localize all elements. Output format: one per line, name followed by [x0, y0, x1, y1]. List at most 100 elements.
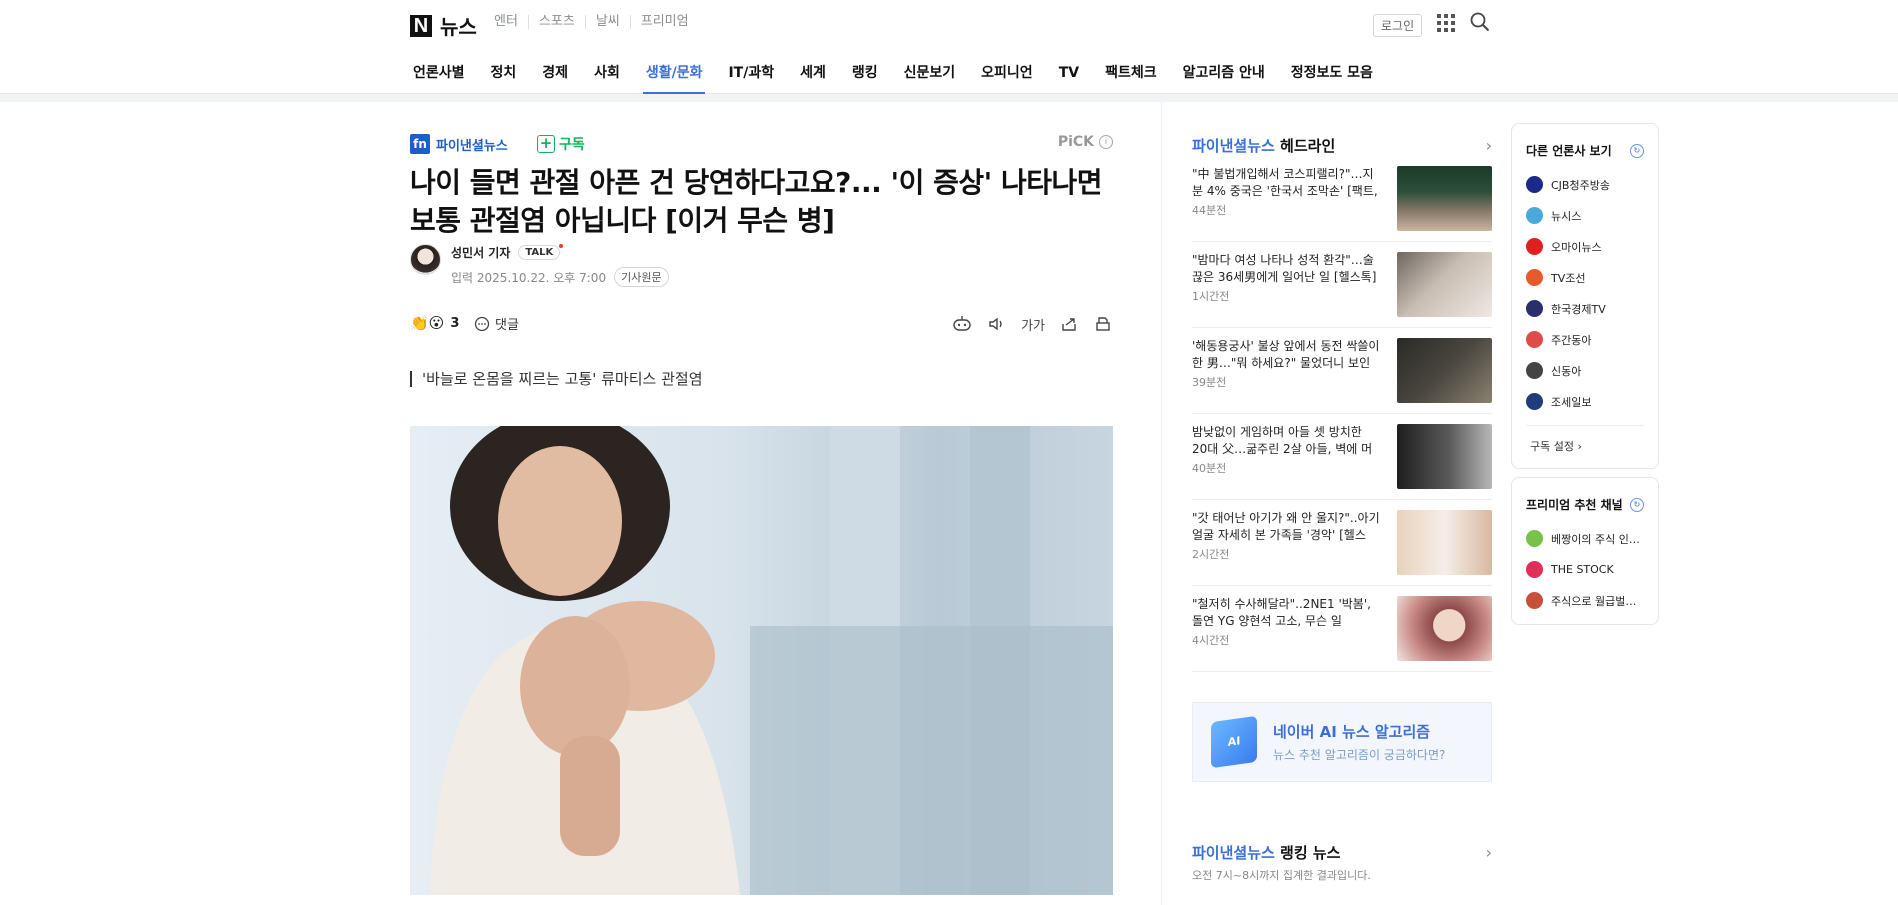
article-title-line-1: 나이 들면 관절 아픈 건 당연하다고요?... '이 증상' 나타나면	[410, 166, 1103, 199]
info-icon[interactable]: i	[1099, 135, 1113, 149]
nav-ranking[interactable]: 랭킹	[849, 62, 881, 94]
press-logo-icon	[1526, 362, 1543, 379]
service-link-weather[interactable]: 날씨	[586, 15, 631, 29]
reaction-button[interactable]: 👏😮 3	[410, 314, 459, 332]
ai-algorithm-banner[interactable]: AI 네이버 AI 뉴스 알고리즘 뉴스 추천 알고리즘이 궁금하다면?	[1192, 702, 1492, 782]
headline-item[interactable]: "갓 태어난 아기가 왜 안 울지?"..아기 얼굴 자세히 본 가족들 '경악…	[1192, 500, 1492, 586]
nav-society[interactable]: 사회	[591, 62, 623, 94]
press-list-item[interactable]: 주식으로 월급벌…	[1526, 585, 1644, 616]
ranking-header[interactable]: 파이낸셜뉴스 랭킹 뉴스 ›	[1192, 842, 1492, 863]
ai-banner-subtitle: 뉴스 추천 알고리즘이 궁금하다면?	[1273, 748, 1446, 762]
headline-title: "밤마다 여성 나타나 성적 환각"…술 끊은 36세男에게 일어난 일 [헬스…	[1192, 253, 1377, 284]
service-link-entertainment[interactable]: 엔터	[484, 15, 529, 29]
chevron-right-icon[interactable]: ›	[1486, 136, 1492, 155]
subscribe-label: 구독	[559, 137, 585, 153]
article-actions: 👏😮 3 댓글 가가	[410, 314, 1113, 338]
article-title-line-2: 보통 관절염 아닙니다 [이거 무슨 병]	[410, 204, 835, 237]
print-icon[interactable]	[1093, 314, 1113, 334]
nav-opinion[interactable]: 오피니언	[978, 62, 1036, 94]
headline-time: 2시간전	[1192, 548, 1230, 561]
clap-emoji-icon: 👏😮	[410, 314, 445, 332]
headline-press-name: 파이낸셜뉴스	[1192, 136, 1275, 155]
headline-item[interactable]: '해동용궁사' 불상 앞에서 동전 싹쓸이 한 男…"뭐 하세요?" 물었더니 …	[1192, 328, 1492, 414]
press-fn-icon: fn	[410, 134, 430, 154]
nav-politics[interactable]: 정치	[488, 62, 520, 94]
pick-badge[interactable]: PiCK i	[1058, 134, 1113, 150]
service-link-sports[interactable]: 스포츠	[529, 15, 586, 29]
news-logo-text: 뉴스	[440, 15, 477, 39]
nav-algorithm[interactable]: 알고리즘 안내	[1180, 62, 1268, 94]
naver-news-logo[interactable]: N 뉴스	[410, 11, 477, 40]
top-header: N 뉴스 엔터 스포츠 날씨 프리미엄 로그인 언론사별 정치 경제 사회 생활…	[0, 0, 1898, 94]
header-divider	[0, 94, 1898, 102]
chevron-right-icon[interactable]: ›	[1486, 843, 1492, 862]
press-logo-icon	[1526, 269, 1543, 286]
search-icon[interactable]	[1470, 12, 1490, 36]
service-link-premium[interactable]: 프리미엄	[631, 15, 699, 29]
summary-bot-icon[interactable]	[951, 314, 973, 334]
premium-title: 프리미엄 추천 채널	[1526, 498, 1623, 512]
comment-label: 댓글	[495, 318, 519, 333]
comment-icon	[474, 316, 490, 331]
login-button[interactable]: 로그인	[1373, 14, 1423, 37]
author-name[interactable]: 성민서 기자	[451, 244, 510, 261]
other-press-box: 다른 언론사 보기 ↻ CJB청주방송 뉴시스 오마이뉴스 TV조선한국경제TV 주간동아…	[1511, 123, 1659, 469]
headline-item[interactable]: "밤마다 여성 나타나 성적 환각"…술 끊은 36세男에게 일어난 일 [헬스…	[1192, 242, 1492, 328]
headline-thumbnail	[1397, 424, 1492, 489]
press-list-name: 조세일보	[1551, 395, 1592, 409]
headline-label: 헤드라인	[1280, 136, 1336, 155]
nav-world[interactable]: 세계	[797, 62, 829, 94]
press-list-item[interactable]: THE STOCK	[1526, 554, 1644, 585]
original-article-button[interactable]: 기사원문	[614, 267, 669, 287]
press-list-item[interactable]: TV조선	[1526, 262, 1644, 293]
plus-icon: +	[537, 135, 555, 153]
press-list-item[interactable]: 주간동아	[1526, 324, 1644, 355]
refresh-icon[interactable]: ↻	[1630, 143, 1644, 158]
headline-thumbnail	[1397, 596, 1492, 661]
other-press-title: 다른 언론사 보기	[1526, 144, 1612, 158]
headline-title: "中 불법개입해서 코스피랠리?"…지분 4% 중국은 '한국서 조막손' [팩…	[1192, 167, 1378, 198]
nav-factcheck[interactable]: 팩트체크	[1102, 62, 1160, 94]
nav-life-culture[interactable]: 생활/문화	[642, 62, 706, 94]
press-list-name: 주간동아	[1551, 333, 1592, 347]
press-list-name: TV조선	[1551, 271, 1586, 285]
press-list-item[interactable]: 베짱이의 주식 인…	[1526, 523, 1644, 554]
byline: 성민서 기자 TALK 입력 2025.10.22. 오후 7:00 기사원문	[410, 244, 669, 287]
comment-button[interactable]: 댓글	[474, 314, 519, 333]
headline-item[interactable]: 밤낮없이 게임하며 아들 셋 방치한 20대 父…굶주린 2살 아들, 벽에 머…	[1192, 414, 1492, 500]
share-icon[interactable]	[1059, 314, 1079, 334]
column-divider	[1161, 102, 1162, 905]
headline-item[interactable]: "中 불법개입해서 코스피랠리?"…지분 4% 중국은 '한국서 조막손' [팩…	[1192, 156, 1492, 242]
press-list-item[interactable]: 오마이뉴스	[1526, 231, 1644, 262]
nav-it-science[interactable]: IT/과학	[725, 62, 777, 94]
subscribe-settings-link[interactable]: 구독 설정 ›	[1526, 425, 1644, 468]
press-list-item[interactable]: CJB청주방송	[1526, 169, 1644, 200]
press-list-item[interactable]: 뉴시스	[1526, 200, 1644, 231]
nav-economy[interactable]: 경제	[539, 62, 571, 94]
nav-corrections[interactable]: 정정보도 모음	[1288, 62, 1376, 94]
headline-title: 밤낮없이 게임하며 아들 셋 방치한 20대 父…굶주린 2살 아들, 벽에 머…	[1192, 425, 1373, 456]
font-size-button[interactable]: 가가	[1021, 315, 1045, 334]
headline-title: '해동용궁사' 불상 앞에서 동전 싹쓸이 한 男…"뭐 하세요?" 물었더니 …	[1192, 339, 1380, 370]
premium-channel-box: 프리미엄 추천 채널 ↻ 베짱이의 주식 인… THE STOCK 주식으로 월급벌…	[1511, 477, 1659, 625]
press-logo-icon	[1526, 176, 1543, 193]
press-logo[interactable]: fn 파이낸셜뉴스	[410, 134, 508, 154]
author-avatar[interactable]	[410, 244, 441, 275]
tts-speaker-icon[interactable]	[987, 314, 1007, 334]
press-list-item[interactable]: 한국경제TV	[1526, 293, 1644, 324]
nav-press[interactable]: 언론사별	[410, 62, 468, 94]
headline-item[interactable]: "철저히 수사해달라"..2NE1 '박봄', 돌연 YG 양현석 고소, 무슨…	[1192, 586, 1492, 672]
article-lead: '바늘로 온몸을 찌르는 고통' 류마티스 관절염	[410, 368, 703, 389]
talk-badge[interactable]: TALK	[518, 244, 564, 260]
nav-newspaper[interactable]: 신문보기	[901, 62, 959, 94]
apps-grid-icon[interactable]	[1437, 14, 1455, 32]
subscribe-button[interactable]: + 구독	[537, 134, 585, 154]
refresh-icon[interactable]: ↻	[1630, 497, 1644, 512]
ai-cube-icon: AI	[1211, 715, 1257, 769]
headline-header[interactable]: 파이낸셜뉴스 헤드라인 ›	[1192, 134, 1492, 156]
press-list-item[interactable]: 신동아	[1526, 355, 1644, 386]
press-list-item[interactable]: 조세일보	[1526, 386, 1644, 417]
article-photo[interactable]	[410, 426, 1113, 895]
headline-thumbnail	[1397, 510, 1492, 575]
nav-tv[interactable]: TV	[1056, 62, 1082, 94]
